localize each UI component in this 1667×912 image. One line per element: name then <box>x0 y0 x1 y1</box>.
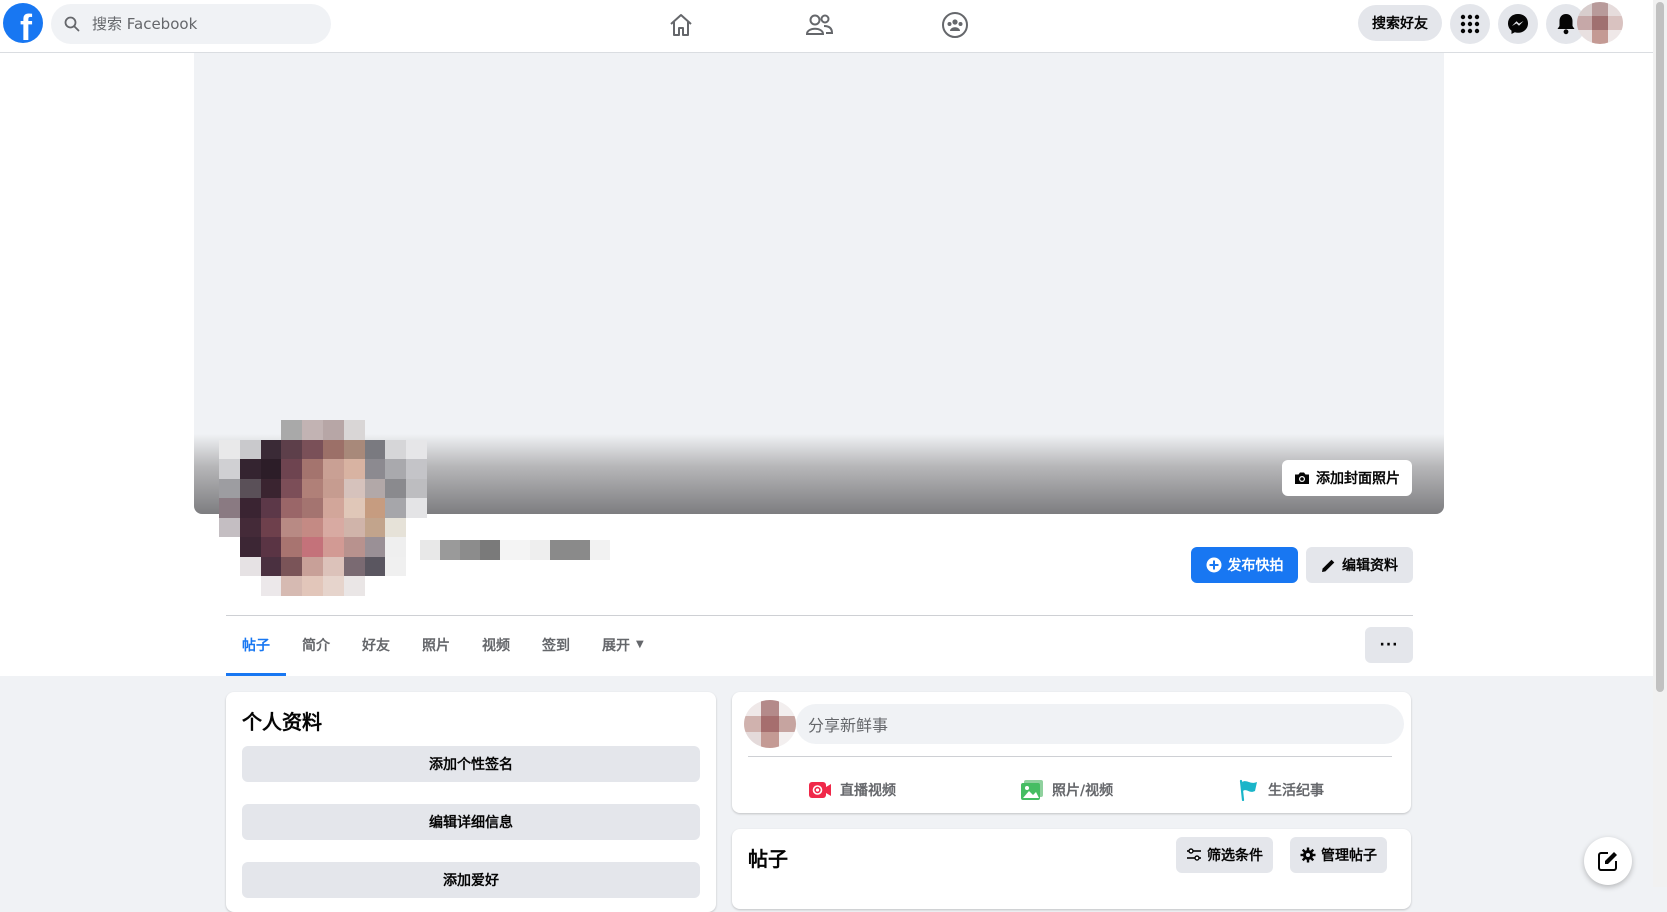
find-friends-button[interactable]: 搜索好友 <box>1358 5 1442 41</box>
publish-story-label: 发布快拍 <box>1227 558 1284 574</box>
composer-input[interactable]: 分享新鲜事 <box>796 704 1404 744</box>
camera-icon <box>1295 472 1309 484</box>
add-cover-photo-label: 添加封面照片 <box>1316 471 1400 487</box>
more-label: ··· <box>1379 637 1399 653</box>
messenger-icon[interactable] <box>1498 4 1538 44</box>
publish-story-button[interactable]: 发布快拍 <box>1191 547 1298 583</box>
profile-picture[interactable] <box>219 420 427 596</box>
add-cover-photo-button[interactable]: 添加封面照片 <box>1282 460 1412 496</box>
tab-checkins[interactable]: 签到 <box>526 616 586 676</box>
photo-video-icon <box>1021 780 1043 800</box>
live-video-label: 直播视频 <box>840 783 896 799</box>
edit-details-label: 编辑详细信息 <box>429 815 513 831</box>
more-options-button[interactable]: ··· <box>1365 627 1413 663</box>
tab-label: 签到 <box>542 637 570 654</box>
posts-card: 帖子 筛选条件 管理帖子 <box>732 829 1411 909</box>
tab-friends[interactable]: 好友 <box>346 616 406 676</box>
filter-label: 筛选条件 <box>1207 848 1263 864</box>
plus-circle-icon <box>1206 557 1221 573</box>
life-event-label: 生活纪事 <box>1268 783 1324 799</box>
menu-grid-icon[interactable] <box>1450 4 1490 44</box>
filter-button[interactable]: 筛选条件 <box>1176 837 1273 873</box>
edit-details-button[interactable]: 编辑详细信息 <box>242 804 700 840</box>
facebook-logo[interactable]: f <box>3 3 43 43</box>
account-avatar[interactable] <box>1577 2 1623 44</box>
profile-name-redacted <box>420 540 610 560</box>
search-input[interactable] <box>90 14 324 34</box>
add-hobbies-button[interactable]: 添加爱好 <box>242 862 700 898</box>
tab-more[interactable]: 展开 ▼ <box>586 616 660 676</box>
intro-title: 个人资料 <box>242 710 322 734</box>
tab-label: 帖子 <box>242 637 270 654</box>
tab-label: 视频 <box>482 637 510 654</box>
live-video-button[interactable]: 直播视频 <box>808 772 896 808</box>
home-icon[interactable] <box>664 8 698 42</box>
posts-title: 帖子 <box>748 847 788 871</box>
top-navigation-bar: f 搜索好友 <box>0 0 1653 53</box>
filter-icon <box>1187 848 1201 861</box>
search-box[interactable] <box>51 4 331 44</box>
live-video-icon <box>809 782 831 798</box>
life-event-icon <box>1239 779 1257 801</box>
tab-posts[interactable]: 帖子 <box>226 616 286 676</box>
add-hobbies-label: 添加爱好 <box>443 873 499 889</box>
life-event-button[interactable]: 生活纪事 <box>1238 772 1324 808</box>
add-bio-button[interactable]: 添加个性签名 <box>242 746 700 782</box>
search-icon <box>64 16 84 32</box>
edit-profile-button[interactable]: 编辑资料 <box>1306 547 1413 583</box>
photo-video-label: 照片/视频 <box>1052 783 1114 799</box>
friends-icon[interactable] <box>802 8 836 42</box>
manage-posts-label: 管理帖子 <box>1321 848 1377 864</box>
composer-placeholder: 分享新鲜事 <box>808 716 889 735</box>
tab-videos[interactable]: 视频 <box>466 616 526 676</box>
caret-down-icon: ▼ <box>636 639 644 650</box>
compose-icon <box>1598 852 1617 871</box>
tab-label: 简介 <box>302 637 330 654</box>
photo-video-button[interactable]: 照片/视频 <box>1020 772 1113 808</box>
tab-label: 好友 <box>362 637 390 654</box>
manage-posts-button[interactable]: 管理帖子 <box>1290 837 1387 873</box>
composer-divider <box>748 756 1392 757</box>
tab-label: 展开 <box>602 637 630 654</box>
pencil-icon <box>1322 559 1335 572</box>
composer-avatar[interactable] <box>744 700 796 748</box>
edit-profile-label: 编辑资料 <box>1342 558 1398 574</box>
intro-card: 个人资料 添加个性签名 编辑详细信息 添加爱好 <box>226 692 716 912</box>
tab-label: 照片 <box>422 637 450 654</box>
gear-icon <box>1300 847 1316 863</box>
add-bio-label: 添加个性签名 <box>429 757 513 773</box>
tab-about[interactable]: 简介 <box>286 616 346 676</box>
groups-icon[interactable] <box>938 8 972 42</box>
post-composer: 分享新鲜事 直播视频 照片/视频 生活纪事 <box>732 692 1411 813</box>
scrollbar-thumb[interactable] <box>1656 2 1664 692</box>
find-friends-label: 搜索好友 <box>1372 16 1428 32</box>
profile-tabs: 帖子 简介 好友 照片 视频 签到 展开 ▼ <box>226 616 660 676</box>
page-scrollbar[interactable] <box>1653 0 1667 887</box>
new-message-button[interactable] <box>1584 837 1632 885</box>
profile-header: 添加封面照片 发布快拍 编辑资料 帖子 简介 好友 照片 视频 签到 展开 ▼ ·… <box>0 52 1653 676</box>
tab-photos[interactable]: 照片 <box>406 616 466 676</box>
